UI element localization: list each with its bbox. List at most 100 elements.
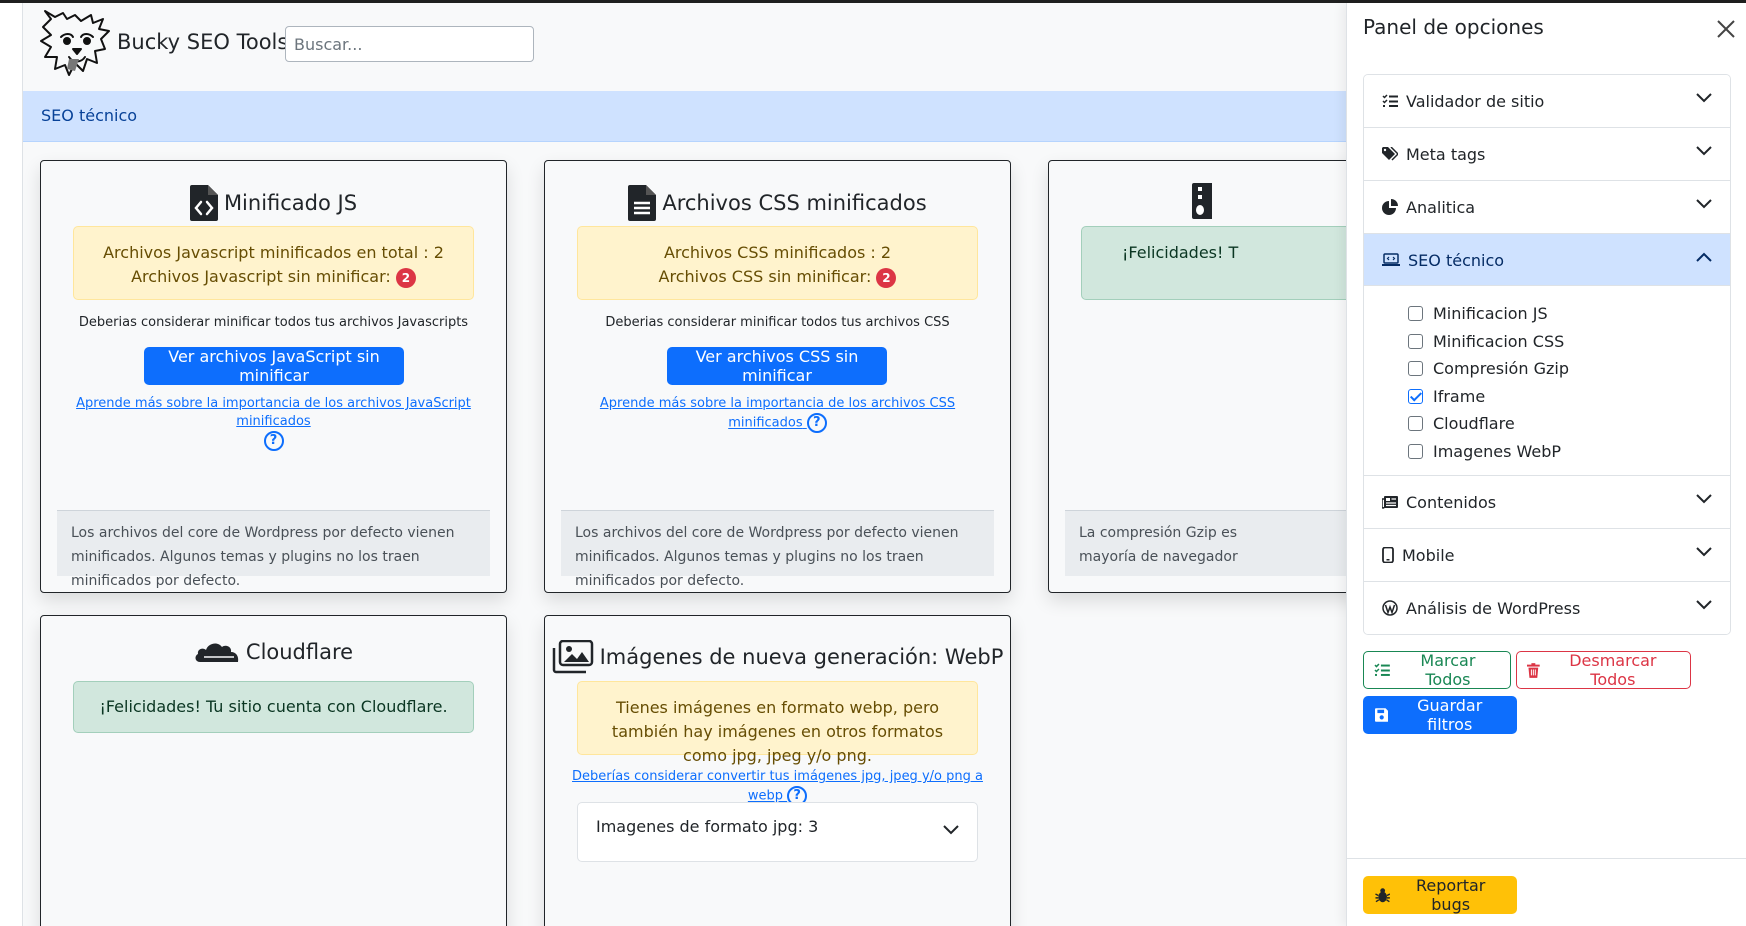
chevron-down-icon	[1696, 93, 1712, 103]
jpg-images-accordion[interactable]: Imagenes de formato jpg: 3	[577, 802, 978, 862]
floppy-disk-icon	[1375, 708, 1389, 722]
chevron-down-icon	[1696, 600, 1712, 610]
acc-item-meta-tags: Meta tags	[1364, 128, 1730, 181]
chevron-down-icon	[1696, 547, 1712, 557]
question-circle-icon[interactable]: ?	[263, 431, 284, 451]
webp-learn-more-link[interactable]: Deberías considerar convertir tus imágen…	[572, 769, 983, 804]
file-code-icon	[189, 185, 218, 221]
acc-item-validador: Validador de sitio	[1364, 75, 1730, 128]
card-title: Cloudflare	[41, 640, 506, 664]
webp-learn-more[interactable]: Deberías considerar convertir tus imágen…	[555, 768, 1000, 806]
css-learn-more-link[interactable]: Aprende más sobre la importancia de los …	[600, 396, 955, 431]
js-learn-more-link[interactable]: Aprende más sobre la importancia de los …	[76, 396, 471, 429]
check-iframe[interactable]: Iframe	[1408, 383, 1712, 411]
check-imagenes-webp[interactable]: Imagenes WebP	[1408, 438, 1712, 466]
chevron-down-icon	[1696, 199, 1712, 209]
file-zipper-icon	[1192, 183, 1212, 219]
view-unminified-css-button[interactable]: Ver archivos CSS sin minificar	[667, 347, 887, 385]
alert-line-unminified: Archivos CSS sin minificar: 2	[584, 265, 971, 289]
css-card-footer: Los archivos del core de Wordpress por d…	[561, 510, 994, 589]
brand-title[interactable]: Bucky SEO Tools	[117, 30, 288, 54]
alert-line-total: Archivos CSS minificados : 2	[663, 243, 892, 262]
acc-item-wordpress: Análisis de WordPress	[1364, 582, 1730, 634]
acc-header-seo-tecnico[interactable]: SEO técnico	[1364, 234, 1730, 286]
card-title: Minificado JS	[41, 185, 506, 221]
content-area: Minificado JS Archivos Javascript minifi…	[23, 142, 1346, 926]
wordpress-icon	[1382, 600, 1398, 616]
css-hint-text: Deberias considerar minificar todos tus …	[605, 315, 950, 330]
gzip-card-footer: La compresión Gzip es mayoría de navegad…	[1065, 510, 1346, 576]
list-check-icon	[1374, 663, 1390, 676]
close-icon[interactable]	[1714, 17, 1738, 41]
check-minificacion-js[interactable]: Minificacion JS	[1408, 300, 1712, 328]
card-minificado-js: Minificado JS Archivos Javascript minifi…	[40, 160, 507, 593]
css-learn-more[interactable]: Aprende más sobre la importancia de los …	[565, 395, 990, 433]
chevron-down-icon	[1696, 146, 1712, 156]
options-accordion: Validador de sitio Meta tags Analitica S…	[1363, 74, 1731, 635]
chevron-down-icon	[943, 825, 959, 835]
trash-icon	[1527, 662, 1540, 678]
unmark-all-button[interactable]: Desmarcar Todos	[1516, 651, 1691, 689]
check-cloudflare[interactable]: Cloudflare	[1408, 410, 1712, 438]
checkbox[interactable]	[1408, 361, 1423, 377]
pie-chart-icon	[1382, 199, 1398, 215]
js-hint-text: Deberias considerar minificar todos tus …	[78, 315, 469, 330]
mark-all-button[interactable]: Marcar Todos	[1363, 651, 1511, 689]
mobile-icon	[1382, 547, 1394, 563]
question-circle-icon[interactable]: ?	[806, 413, 827, 433]
card-title: Imágenes de nueva generación: WebP	[545, 640, 1010, 674]
acc-item-analitica: Analitica	[1364, 181, 1730, 234]
options-panel: Panel de opciones Validador de sitio Met…	[1346, 3, 1746, 926]
check-minificacion-css[interactable]: Minificacion CSS	[1408, 328, 1712, 356]
section-header: SEO técnico	[23, 91, 1346, 142]
chevron-down-icon	[1696, 494, 1712, 504]
panel-divider	[1347, 858, 1746, 859]
bug-icon	[1375, 888, 1391, 903]
report-bugs-button[interactable]: Reportar bugs	[1363, 876, 1517, 914]
card-cloudflare: Cloudflare ¡Felicidades! Tu sitio cuenta…	[40, 615, 507, 926]
card-title: Archivos CSS minificados	[545, 185, 1010, 221]
webp-alert: Tienes imágenes en formato webp, pero ta…	[577, 681, 978, 765]
count-badge: 2	[876, 267, 897, 288]
main-page: Bucky SEO Tools SEO técnico Minificado J…	[22, 3, 1346, 926]
css-minify-alert: Archivos CSS minificados : 2 Archivos CS…	[577, 226, 978, 300]
navbar: Bucky SEO Tools	[23, 3, 1346, 91]
checkbox-checked[interactable]	[1408, 388, 1423, 404]
bucky-logo-icon[interactable]	[39, 9, 113, 79]
search-input[interactable]	[285, 26, 534, 62]
checkbox[interactable]	[1408, 333, 1423, 349]
left-gutter	[0, 3, 22, 926]
acc-header-validador[interactable]: Validador de sitio	[1364, 75, 1730, 127]
checkbox[interactable]	[1408, 306, 1423, 322]
acc-header-mobile[interactable]: Mobile	[1364, 529, 1730, 581]
laptop-code-icon	[1382, 253, 1400, 266]
cloudflare-icon	[195, 643, 239, 662]
js-learn-more[interactable]: Aprende más sobre la importancia de los …	[61, 395, 486, 451]
check-compresion-gzip[interactable]: Compresión Gzip	[1408, 355, 1712, 383]
list-check-icon	[1382, 94, 1398, 107]
checkbox[interactable]	[1408, 416, 1423, 432]
panel-title: Panel de opciones	[1363, 15, 1544, 39]
chevron-up-icon	[1696, 252, 1712, 262]
alert-line-unminified: Archivos Javascript sin minificar: 2	[80, 265, 467, 289]
gzip-alert: ¡Felicidades! T	[1081, 226, 1346, 300]
acc-header-wordpress[interactable]: Análisis de WordPress	[1364, 582, 1730, 634]
cloudflare-alert: ¡Felicidades! Tu sitio cuenta con Cloudf…	[73, 681, 474, 733]
acc-item-contenidos: Contenidos	[1364, 476, 1730, 529]
save-filters-button[interactable]: Guardar filtros	[1363, 696, 1517, 734]
count-badge: 2	[395, 267, 416, 288]
seo-tecnico-options: Minificacion JS Minificacion CSS Compres…	[1364, 286, 1730, 475]
view-unminified-js-button[interactable]: Ver archivos JavaScript sin minificar	[144, 347, 404, 385]
card-gzip: ¡Felicidades! T La compresión Gzip es ma…	[1048, 160, 1346, 593]
images-icon	[552, 640, 593, 674]
acc-header-analitica[interactable]: Analitica	[1364, 181, 1730, 233]
acc-item-seo-tecnico: SEO técnico Minificacion JS Minificacion…	[1364, 234, 1730, 476]
js-minify-alert: Archivos Javascript minificados en total…	[73, 226, 474, 300]
checkbox[interactable]	[1408, 443, 1423, 459]
card-webp: Imágenes de nueva generación: WebP Tiene…	[544, 615, 1011, 926]
acc-header-meta-tags[interactable]: Meta tags	[1364, 128, 1730, 180]
file-text-icon	[628, 185, 657, 221]
tags-icon	[1382, 147, 1398, 161]
acc-header-contenidos[interactable]: Contenidos	[1364, 476, 1730, 528]
acc-item-mobile: Mobile	[1364, 529, 1730, 582]
